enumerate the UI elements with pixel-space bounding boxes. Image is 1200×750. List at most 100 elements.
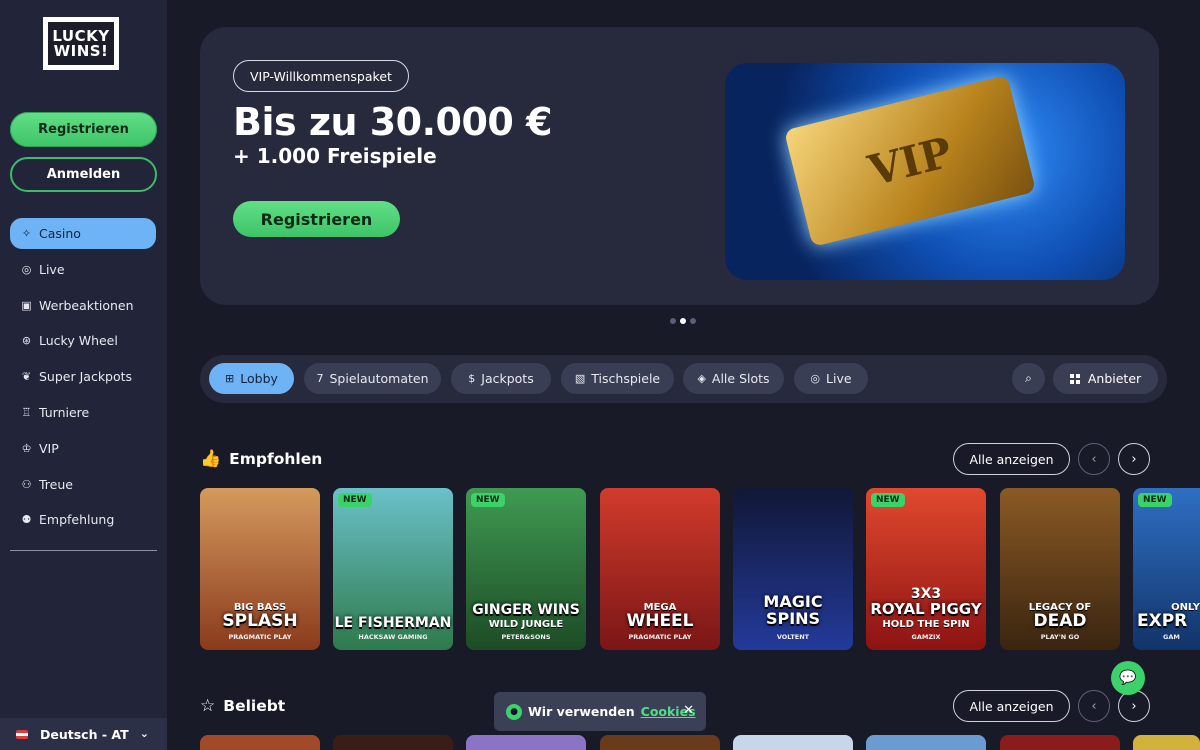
hero-subtitle: + 1.000 Freispiele [233, 144, 437, 168]
carousel-dot-active[interactable] [680, 318, 686, 324]
sidebar-item-promotions[interactable]: ▣ Werbeaktionen [10, 290, 156, 321]
wheel-icon: ⊛ [21, 334, 32, 348]
game-tile[interactable] [333, 735, 453, 750]
sidebar-item-casino[interactable]: ✧ Casino [10, 218, 156, 249]
game-tile[interactable]: NEW ONLY EXPR GAM [1133, 488, 1200, 650]
game-tile[interactable] [733, 735, 853, 750]
search-icon: ⌕ [1025, 371, 1032, 385]
sidebar-item-lucky-wheel[interactable]: ⊛ Lucky Wheel [10, 325, 156, 356]
tab-lobby[interactable]: ⊞ Lobby [209, 363, 294, 394]
vip-ticket: VIP [783, 74, 1037, 248]
sidebar-item-super-jackpots[interactable]: ❦ Super Jackpots [10, 361, 156, 392]
game-tile[interactable] [866, 735, 986, 750]
cookie-text: Wir verwenden [528, 704, 635, 719]
chevron-left-icon: ‹ [1091, 698, 1097, 714]
new-badge: NEW [471, 493, 505, 507]
hero-register-button[interactable]: Registrieren [233, 201, 400, 237]
carousel-dot[interactable] [670, 318, 676, 324]
tab-jackpots[interactable]: $ Jackpots [451, 363, 551, 394]
sidebar-item-label: Treue [39, 476, 73, 492]
next-arrow-button[interactable]: › [1118, 443, 1150, 475]
tab-all-slots[interactable]: ◈ Alle Slots [683, 363, 784, 394]
game-tile[interactable]: NEW 3X3 ROYAL PIGGY HOLD THE SPIN GAMZIX [866, 488, 986, 650]
chevron-right-icon: › [1131, 451, 1137, 467]
game-tile[interactable]: LEGACY OF DEAD PLAY'N GO [1000, 488, 1120, 650]
prev-arrow-button[interactable]: ‹ [1078, 690, 1110, 722]
new-badge: NEW [871, 493, 905, 507]
carousel-dot[interactable] [690, 318, 696, 324]
gift-icon: ▣ [21, 298, 32, 312]
sidebar-item-label: Werbeaktionen [39, 297, 134, 313]
tab-table-games[interactable]: ▧ Tischspiele [561, 363, 674, 394]
tab-live[interactable]: ◎ Live [794, 363, 868, 394]
new-badge: NEW [338, 493, 372, 507]
game-provider: PRAGMATIC PLAY [628, 633, 692, 641]
jackpot-icon: ❦ [21, 370, 32, 384]
sidebar-login-button[interactable]: Anmelden [10, 157, 157, 192]
cards-icon: ▧ [574, 372, 586, 385]
prev-arrow-button[interactable]: ‹ [1078, 443, 1110, 475]
game-tile[interactable]: BIG BASS SPLASH PRAGMATIC PLAY [200, 488, 320, 650]
cookie-notice: ● Wir verwenden Cookies ✕ [494, 692, 706, 731]
game-provider: PLAY'N GO [1040, 633, 1080, 641]
casino-icon: ✧ [21, 227, 32, 240]
provider-button[interactable]: Anbieter [1053, 363, 1158, 394]
sidebar-item-label: Casino [39, 226, 81, 241]
game-provider: GAMZIX [911, 633, 941, 641]
game-title: WHEEL [626, 611, 694, 631]
lobby-icon: ⊞ [225, 372, 235, 385]
game-title: DEAD [1033, 611, 1087, 631]
cookie-icon: ● [506, 703, 522, 720]
hero-title: Bis zu 30.000 € [233, 100, 553, 144]
sidebar-item-label: Super Jackpots [39, 369, 133, 385]
game-tile[interactable] [600, 735, 720, 750]
search-button[interactable]: ⌕ [1012, 363, 1045, 394]
close-icon[interactable]: ✕ [683, 703, 694, 718]
chip-icon: ◈ [697, 372, 706, 385]
star-icon: ☆ [200, 696, 216, 716]
show-all-recommended-button[interactable]: Alle anzeigen [953, 443, 1070, 475]
language-label: Deutsch - AT [40, 726, 129, 742]
sidebar-item-loyalty[interactable]: ⚇ Treue [10, 469, 156, 500]
game-tile[interactable]: NEW LE FISHERMAN HACKSAW GAMING [333, 488, 453, 650]
sidebar-item-label: Lucky Wheel [39, 333, 118, 349]
logo-line-2: WINS! [53, 41, 109, 60]
tab-label: Lobby [240, 371, 278, 386]
game-tile[interactable] [1000, 735, 1120, 750]
sidebar-item-referral[interactable]: ⚉ Empfehlung [10, 504, 156, 535]
next-arrow-button[interactable]: › [1118, 690, 1150, 722]
game-provider: PRAGMATIC PLAY [228, 633, 292, 641]
slot-icon: 7 [316, 372, 324, 385]
show-all-popular-button[interactable]: Alle anzeigen [953, 690, 1070, 722]
game-title: MAGIC SPINS [763, 592, 823, 629]
tab-slot-machines[interactable]: 7 Spielautomaten [304, 363, 441, 394]
loyalty-icon: ⚇ [21, 477, 32, 491]
chevron-left-icon: ‹ [1091, 451, 1097, 467]
logo[interactable]: LUCKY WINS! [43, 17, 119, 70]
game-tile[interactable]: NEW GINGER WINS WILD JUNGLE PETER&SONS [466, 488, 586, 650]
crown-icon: ♔ [21, 441, 32, 455]
tab-label: Spielautomaten [329, 371, 429, 386]
tab-label: Jackpots [481, 371, 534, 386]
tab-label: Tischspiele [591, 371, 661, 386]
hero-vip-ticket-image: VIP [725, 63, 1125, 280]
game-tile[interactable]: MAGIC SPINS VOLTENT [733, 488, 853, 650]
sidebar-nav: ✧ Casino ◎ Live ▣ Werbeaktionen ⊛ Lucky … [10, 218, 156, 540]
austria-flag-icon [16, 729, 28, 739]
sidebar-item-live[interactable]: ◎ Live [10, 254, 156, 285]
hero-banner[interactable]: VIP-Willkommenspaket Bis zu 30.000 € + 1… [200, 27, 1159, 305]
chat-button[interactable]: 💬 [1111, 661, 1145, 695]
section-title-recommended: 👍 Empfohlen [200, 449, 322, 469]
game-tile[interactable]: MEGA WHEEL PRAGMATIC PLAY [600, 488, 720, 650]
sidebar-item-tournaments[interactable]: ♖ Turniere [10, 397, 156, 428]
sidebar-item-vip[interactable]: ♔ VIP [10, 433, 156, 464]
game-provider: HACKSAW GAMING [358, 633, 428, 641]
game-tile[interactable] [200, 735, 320, 750]
tab-label: Live [826, 371, 852, 386]
sidebar-register-button[interactable]: Registrieren [10, 112, 157, 147]
game-tile[interactable] [1133, 735, 1200, 750]
game-tile[interactable] [466, 735, 586, 750]
chevron-down-icon: ⌄ [139, 727, 149, 740]
sidebar-item-label: Turniere [39, 404, 90, 420]
language-selector[interactable]: Deutsch - AT ⌄ [0, 718, 167, 750]
